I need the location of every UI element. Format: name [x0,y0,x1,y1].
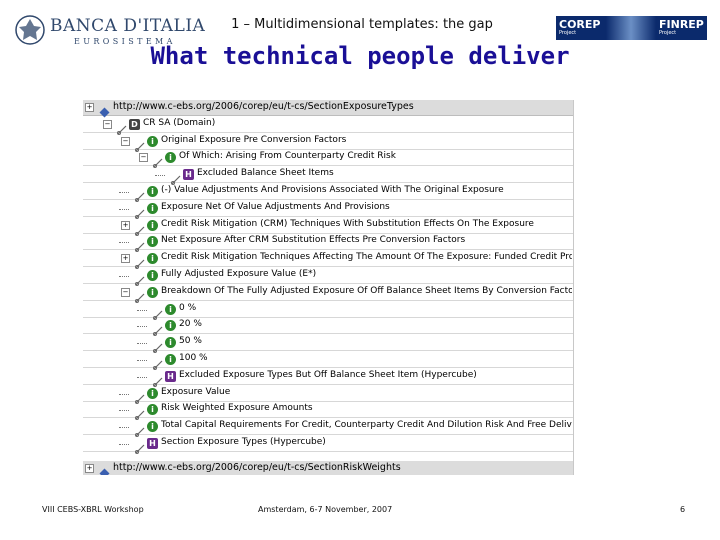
tree-row-label: 20 % [179,319,202,330]
domain-icon: D [129,118,140,130]
tree-connector [137,309,147,311]
tree-row-label: CR SA (Domain) [143,117,216,128]
item-icon: i [147,253,158,265]
item-icon: i [147,286,158,298]
namespace-icon [99,103,110,118]
link-icon [153,321,163,337]
link-icon [135,187,145,202]
hypercube-icon: H [165,370,176,382]
tree-row-label: Exposure Value [161,386,231,397]
tree-row-label: 0 % [179,302,197,313]
link-icon [135,237,145,253]
item-icon: i [147,186,158,197]
link-icon [135,254,145,270]
collapse-icon[interactable]: − [121,136,130,146]
corep-finrep-logo: COREP Project FINREP Project [556,16,707,40]
namespace-icon [99,464,110,475]
link-icon [135,288,145,303]
footer-workshop: VIII CEBS-XBRL Workshop [42,505,144,514]
link-icon [135,204,145,219]
tree-connector [119,276,129,277]
item-icon: i [147,219,158,231]
slide-title: What technical people deliver [150,42,570,70]
tree-row-label: Net Exposure After CRM Substitution Effe… [161,235,466,246]
tree-connector [119,393,129,395]
link-icon [135,221,145,236]
tree-connector [119,444,129,445]
link-icon [135,422,145,438]
tree-row-label: Exposure Net Of Value Adjustments And Pr… [161,201,390,212]
tree-connector [137,360,147,361]
tree-row-label: 100 % [179,353,208,363]
item-icon: i [147,387,158,399]
item-icon: i [147,202,158,214]
item-icon: i [147,404,158,416]
tree-connector [119,208,129,210]
item-icon: i [165,337,176,349]
link-icon [153,305,163,320]
expand-icon[interactable]: + [85,103,94,112]
item-icon: i [165,320,176,332]
tree-connector [155,175,165,177]
tree-row-label: Excluded Exposure Types But Off Balance … [179,369,477,380]
tree-row-label: http://www.c-ebs.org/2006/corep/eu/t-cs/… [113,461,401,473]
corep-logo-small: Project [559,30,577,36]
footer-place-date: Amsterdam, 6-7 November, 2007 [258,505,393,514]
tree-row-label: Breakdown Of The Fully Adjusted Exposure… [161,285,572,296]
link-icon [135,389,145,404]
hypercube-icon: H [147,438,158,449]
tree-connector [119,410,129,412]
item-icon: i [165,152,176,164]
tree-row-label: http://www.c-ebs.org/2006/corep/eu/t-cs/… [113,101,414,112]
item-icon: i [147,270,158,281]
expand-icon[interactable]: + [121,254,130,264]
tree-row-label: Original Exposure Pre Conversion Factors [161,134,347,145]
page-number: 6 [680,505,686,514]
tree-connector [137,326,147,328]
tree-connector [119,192,129,193]
link-icon [171,170,181,186]
link-icon [135,439,145,454]
collapse-icon[interactable]: − [139,153,148,163]
tree-connector [137,343,147,345]
item-icon: i [147,135,158,147]
link-icon [153,338,163,354]
tree-row-label: Credit Risk Mitigation Techniques Affect… [161,252,572,263]
finrep-logo-small: Project [659,30,677,36]
expand-icon[interactable]: + [85,463,94,473]
collapse-icon[interactable]: − [121,287,130,297]
tree-row-label: Fully Adjusted Exposure Value (E*) [161,269,317,279]
arcrole-column [573,100,666,475]
link-icon [135,271,145,286]
tree-connector [137,376,147,378]
expand-icon[interactable]: + [121,220,130,230]
tree-row-label: Section Exposure Types (Hypercube) [161,437,326,447]
link-icon [153,372,163,387]
slide-topic: 1 – Multidimensional templates: the gap [231,17,493,32]
tree-row-label: Credit Risk Mitigation (CRM) Techniques … [161,218,534,229]
link-icon [135,137,145,152]
tree-row-label: Total Capital Requirements For Credit, C… [161,420,572,431]
hypercube-icon: H [183,169,194,181]
item-icon: i [147,236,158,248]
item-icon: i [165,354,176,365]
tree-connector [119,242,129,244]
item-icon: i [147,421,158,433]
item-icon: i [165,303,176,315]
tree-row-label: Risk Weighted Exposure Amounts [161,403,313,414]
link-icon [153,153,163,169]
tree-row-label: Excluded Balance Sheet Items [197,168,334,179]
tree-row-label: 50 % [179,336,202,347]
link-icon [117,120,127,135]
tree-connector [119,427,129,429]
logo-photo-strip [606,16,656,40]
collapse-icon[interactable]: − [103,119,112,129]
tree-row-label: Of Which: Arising From Counterparty Cred… [179,151,396,162]
tree-row-label: (-) Value Adjustments And Provisions Ass… [161,185,504,195]
link-icon [135,405,145,421]
link-icon [153,355,163,370]
logo-name: BANCA D'ITALIA [50,16,206,36]
